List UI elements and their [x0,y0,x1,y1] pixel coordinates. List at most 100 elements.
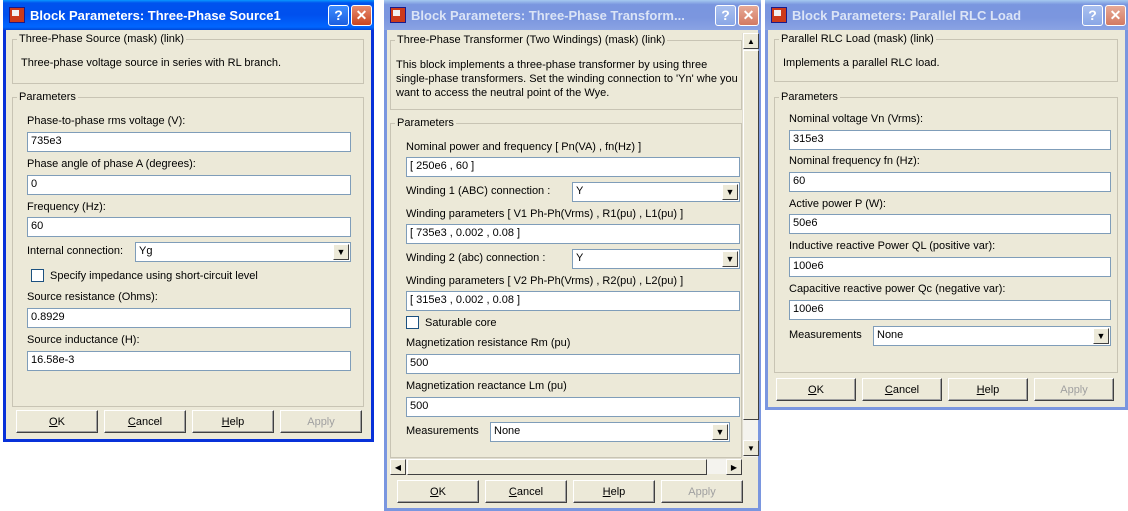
saturable-core-checkbox-row[interactable]: Saturable core [406,316,497,329]
block-header: Parallel RLC Load (mask) (link) [779,33,936,45]
vertical-scrollbar[interactable]: ▲ ▼ [742,33,759,457]
help-icon[interactable]: ? [328,4,349,26]
voltage-input[interactable]: 735e3 [27,132,351,152]
window-title: Block Parameters: Parallel RLC Load [792,7,1022,23]
close-icon[interactable]: ✕ [351,4,372,26]
block-description: Implements a parallel RLC load. [783,57,940,69]
arrow-right-icon[interactable]: ▶ [726,459,742,475]
cancel-button[interactable]: Cancel [104,410,186,433]
help-button[interactable]: Help [192,410,274,433]
parameters-header: Parameters [779,91,840,103]
horizontal-scrollbar[interactable]: ◀ ▶ [390,458,742,475]
measurements-select[interactable]: None ▼ [490,422,730,442]
inductive-power-input[interactable]: 100e6 [789,257,1111,277]
help-button[interactable]: Help [948,378,1028,401]
chevron-down-icon[interactable]: ▼ [722,184,738,200]
help-icon[interactable]: ? [1082,4,1103,26]
short-circuit-checkbox-row[interactable]: Specify impedance using short-circuit le… [31,269,258,282]
cancel-button[interactable]: Cancel [862,378,942,401]
measurements-value: None [494,425,521,437]
saturable-core-label: Saturable core [425,316,497,329]
window-title: Block Parameters: Three-Phase Transform.… [411,7,685,23]
internal-connection-select[interactable]: Yg ▼ [135,242,351,262]
apply-button[interactable]: Apply [1034,378,1114,401]
block-description-group: Parallel RLC Load (mask) (link) Implemen… [774,33,1118,82]
nominal-voltage-input[interactable]: 315e3 [789,130,1111,150]
inductive-power-label: Inductive reactive Power QL (positive va… [789,240,996,252]
active-power-input[interactable]: 50e6 [789,214,1111,234]
cancel-button[interactable]: Cancel [485,480,567,503]
source-resistance-label: Source resistance (Ohms): [27,291,158,303]
dialog-parallel-rlc-load: Block Parameters: Parallel RLC Load ? ✕ … [765,0,1128,410]
nominal-power-input[interactable]: [ 250e6 , 60 ] [406,157,740,177]
scrollbar-thumb[interactable] [743,50,759,420]
simulink-block-icon [9,7,25,23]
winding2-connection-label: Winding 2 (abc) connection : [406,252,546,264]
capacitive-power-label: Capacitive reactive power Qc (negative v… [789,283,1006,295]
window-title: Block Parameters: Three-Phase Source1 [30,7,281,23]
chevron-down-icon[interactable]: ▼ [1093,328,1109,344]
chevron-down-icon[interactable]: ▼ [333,244,349,260]
measurements-label: Measurements [789,329,862,341]
nominal-power-label: Nominal power and frequency [ Pn(VA) , f… [406,141,642,153]
source-inductance-label: Source inductance (H): [27,334,140,346]
winding1-connection-label: Winding 1 (ABC) connection : [406,185,551,197]
nominal-frequency-input[interactable]: 60 [789,172,1111,192]
simulink-block-icon [390,7,406,23]
active-power-label: Active power P (W): [789,198,886,210]
dialog-three-phase-transformer: Block Parameters: Three-Phase Transform.… [384,0,761,511]
magnetization-reactance-input[interactable]: 500 [406,397,740,417]
winding2-connection-value: Y [576,252,584,264]
magnetization-resistance-input[interactable]: 500 [406,354,740,374]
arrow-left-icon[interactable]: ◀ [390,459,406,475]
winding1-connection-select[interactable]: Y ▼ [572,182,740,202]
close-icon[interactable]: ✕ [1105,4,1126,26]
scrollbar-thumb[interactable] [407,459,707,475]
phase-angle-label: Phase angle of phase A (degrees): [27,158,196,170]
magnetization-reactance-label: Magnetization reactance Lm (pu) [406,380,567,392]
saturable-core-checkbox[interactable] [406,316,419,329]
titlebar[interactable]: Block Parameters: Three-Phase Transform.… [384,0,761,30]
simulink-block-icon [771,7,787,23]
ok-button[interactable]: OK [397,480,479,503]
winding2-connection-select[interactable]: Y ▼ [572,249,740,269]
parameters-group: Parameters Nominal voltage Vn (Vrms): 31… [774,91,1118,373]
apply-button[interactable]: Apply [280,410,362,433]
measurements-select[interactable]: None ▼ [873,326,1111,346]
parameters-group: Parameters Phase-to-phase rms voltage (V… [12,91,364,407]
winding1-params-input[interactable]: [ 735e3 , 0.002 , 0.08 ] [406,224,740,244]
nominal-frequency-label: Nominal frequency fn (Hz): [789,155,920,167]
frequency-input[interactable]: 60 [27,217,351,237]
block-header: Three-Phase Transformer (Two Windings) (… [395,34,668,46]
arrow-up-icon[interactable]: ▲ [743,33,759,49]
dialog-three-phase-source: Block Parameters: Three-Phase Source1 ? … [3,0,374,442]
help-icon[interactable]: ? [715,4,736,26]
titlebar[interactable]: Block Parameters: Parallel RLC Load ? ✕ [765,0,1128,30]
block-description-group: Three-Phase Source (mask) (link) Three-p… [12,33,364,84]
ok-button[interactable]: OK [776,378,856,401]
frequency-label: Frequency (Hz): [27,201,106,213]
magnetization-resistance-label: Magnetization resistance Rm (pu) [406,337,571,349]
internal-connection-value: Yg [139,245,153,257]
short-circuit-checkbox[interactable] [31,269,44,282]
titlebar[interactable]: Block Parameters: Three-Phase Source1 ? … [3,0,374,30]
parameters-header: Parameters [17,91,78,103]
winding2-params-input[interactable]: [ 315e3 , 0.002 , 0.08 ] [406,291,740,311]
close-icon[interactable]: ✕ [738,4,759,26]
voltage-label: Phase-to-phase rms voltage (V): [27,115,186,127]
measurements-value: None [877,329,904,341]
help-button[interactable]: Help [573,480,655,503]
short-circuit-checkbox-label: Specify impedance using short-circuit le… [50,269,258,282]
capacitive-power-input[interactable]: 100e6 [789,300,1111,320]
winding1-connection-value: Y [576,185,584,197]
arrow-down-icon[interactable]: ▼ [743,440,759,456]
source-inductance-input[interactable]: 16.58e-3 [27,351,351,371]
phase-angle-input[interactable]: 0 [27,175,351,195]
source-resistance-input[interactable]: 0.8929 [27,308,351,328]
apply-button[interactable]: Apply [661,480,743,503]
chevron-down-icon[interactable]: ▼ [712,424,728,440]
chevron-down-icon[interactable]: ▼ [722,251,738,267]
block-description-group: Three-Phase Transformer (Two Windings) (… [390,34,742,110]
block-description: This block implements a three-phase tran… [396,59,738,99]
ok-button[interactable]: OK [16,410,98,433]
